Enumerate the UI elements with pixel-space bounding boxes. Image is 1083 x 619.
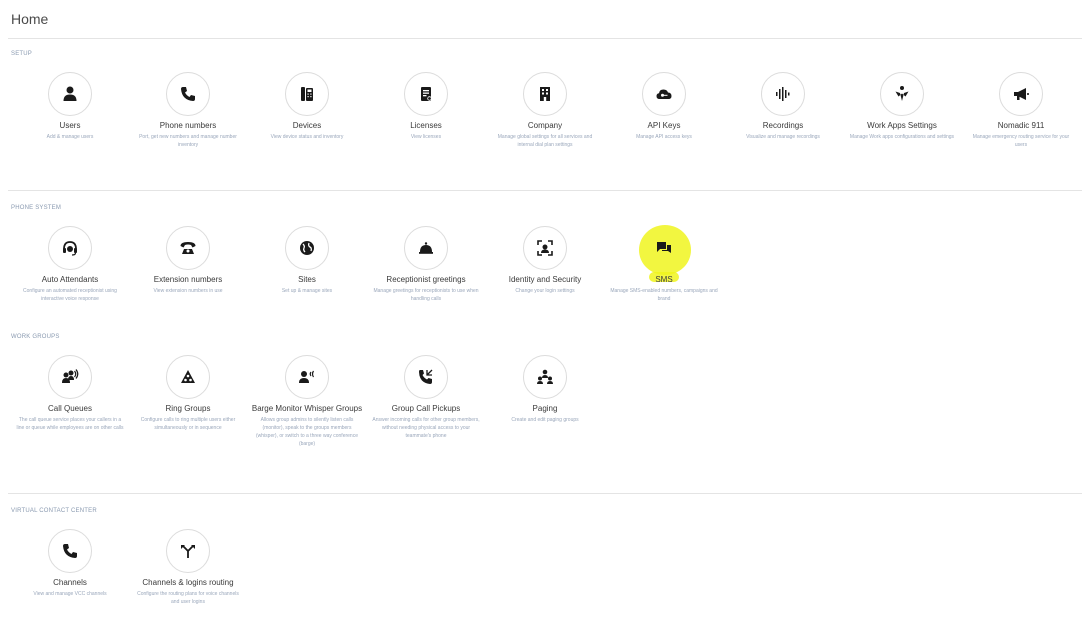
call-queue-icon xyxy=(62,369,79,383)
ring-group-icon xyxy=(181,370,195,383)
globe-icon xyxy=(300,241,314,255)
header-divider xyxy=(8,38,1082,39)
tile-title: Devices xyxy=(292,121,322,130)
work-apps-icon xyxy=(895,86,909,101)
tile-desc: Configure an automated receptionist usin… xyxy=(23,288,117,302)
tile-desc: Create and edit paging groups xyxy=(511,417,579,423)
tile-desc: Manage emergency routing service for you… xyxy=(972,134,1070,148)
tile-auto-attendants[interactable]: Auto Attendants Configure an automated r… xyxy=(11,226,129,303)
tile-licenses[interactable]: Licenses View licenses xyxy=(367,72,485,141)
chat-bubbles-icon xyxy=(657,242,671,253)
tile-group-call-pickups[interactable]: Group Call Pickups Answer incoming calls… xyxy=(367,355,485,440)
tile-ring-groups[interactable]: Ring Groups Configure calls to ring mult… xyxy=(129,355,247,432)
extension-phone-icon xyxy=(180,242,196,254)
tile-desc: View licenses xyxy=(410,134,442,140)
barge-monitor-icon xyxy=(299,370,315,383)
tile-api-keys[interactable]: API Keys Manage API access keys xyxy=(605,72,723,141)
tile-title: Sites xyxy=(298,275,316,284)
tile-desc: The call queue service places your calle… xyxy=(16,417,124,431)
tile-title: Ring Groups xyxy=(165,404,211,413)
tile-desc: Port, get new numbers and manage number … xyxy=(139,134,237,148)
desk-phone-icon xyxy=(301,87,313,101)
section-label-virtual-contact-center: VIRTUAL CONTACT CENTER xyxy=(11,508,97,514)
section-label-work-groups: WORK GROUPS xyxy=(11,334,60,340)
cloud-key-icon xyxy=(656,89,672,99)
tile-desc: Configure calls to ring multiple users e… xyxy=(140,417,236,431)
tile-channels-logins-routing[interactable]: Channels & logins routing Configure the … xyxy=(129,529,247,606)
tile-barge-monitor-whisper-groups[interactable]: Barge Monitor Whisper Groups Allows grou… xyxy=(248,355,366,448)
tile-channels[interactable]: Channels View and manage VCC channels xyxy=(11,529,129,598)
tile-users[interactable]: Users Add & manage users xyxy=(11,72,129,141)
tile-title: Licenses xyxy=(410,121,442,130)
tile-paging[interactable]: Paging Create and edit paging groups xyxy=(486,355,604,424)
work-groups-divider xyxy=(8,493,1082,494)
tile-desc: Add & manage users xyxy=(46,134,94,140)
tile-title: Work Apps Settings xyxy=(867,121,937,130)
building-icon xyxy=(540,87,550,101)
tile-sms[interactable]: SMS Manage SMS-enabled numbers, campaign… xyxy=(605,225,723,303)
tile-title: Recordings xyxy=(762,121,804,130)
tile-desc: Visualize and manage recordings xyxy=(746,134,820,140)
page-title: Home xyxy=(11,11,49,27)
tile-identity-and-security[interactable]: Identity and Security Change your login … xyxy=(486,226,604,295)
tile-title: API Keys xyxy=(647,121,681,130)
tile-title: SMS xyxy=(655,275,673,284)
headset-icon xyxy=(63,241,77,256)
tile-title: Identity and Security xyxy=(508,275,582,284)
bell-icon xyxy=(419,242,433,254)
tile-desc: Answer incoming calls for other group me… xyxy=(372,417,480,439)
tile-desc: Manage SMS-enabled numbers, campaigns an… xyxy=(610,288,718,302)
tile-nomadic-911[interactable]: Nomadic 911 Manage emergency routing ser… xyxy=(962,72,1080,149)
user-icon xyxy=(63,86,77,101)
megaphone-icon xyxy=(1014,88,1029,100)
tile-desc: Allows group admins to silently listen c… xyxy=(256,417,358,447)
tile-call-queues[interactable]: Call Queues The call queue service place… xyxy=(11,355,129,432)
tile-title: Group Call Pickups xyxy=(391,404,461,413)
tile-extension-numbers[interactable]: Extension numbers View extension numbers… xyxy=(129,226,247,295)
tile-devices[interactable]: Devices View device status and inventory xyxy=(248,72,366,141)
tile-title: Auto Attendants xyxy=(41,275,99,284)
tile-title: Phone numbers xyxy=(159,121,217,130)
tile-title: Channels xyxy=(53,578,87,587)
section-label-phone-system: PHONE SYSTEM xyxy=(11,205,62,211)
waveform-icon xyxy=(776,87,790,101)
tile-title: Company xyxy=(527,121,563,130)
setup-divider xyxy=(8,190,1082,191)
call-pickup-icon xyxy=(419,369,433,384)
tile-desc: Manage global settings for all services … xyxy=(497,134,593,148)
tile-title: Call Queues xyxy=(47,404,93,413)
tile-title: Receptionist greetings xyxy=(386,275,466,284)
tile-company[interactable]: Company Manage global settings for all s… xyxy=(486,72,604,149)
tile-title: Extension numbers xyxy=(153,275,223,284)
tile-receptionist-greetings[interactable]: Receptionist greetings Manage greetings … xyxy=(367,226,485,303)
tile-recordings[interactable]: Recordings Visualize and manage recordin… xyxy=(724,72,842,141)
tile-title: Barge Monitor Whisper Groups xyxy=(251,404,363,413)
section-label-setup: SETUP xyxy=(11,51,33,57)
tile-desc: Set up & manage sites xyxy=(281,288,333,294)
tile-title: Users xyxy=(59,121,81,130)
routing-icon xyxy=(181,545,195,558)
tile-desc: Manage Work apps configurations and sett… xyxy=(849,134,955,140)
tile-desc: Configure the routing plans for voice ch… xyxy=(137,591,239,605)
tile-desc: Manage API access keys xyxy=(636,134,692,140)
face-scan-icon xyxy=(537,240,553,256)
phone-icon xyxy=(63,544,77,558)
tile-title: Nomadic 911 xyxy=(997,121,1045,130)
tile-desc: View and manage VCC channels xyxy=(33,591,107,597)
tile-desc: Manage greetings for receptionists to us… xyxy=(373,288,479,302)
tile-sites[interactable]: Sites Set up & manage sites xyxy=(248,226,366,295)
paging-icon xyxy=(537,369,553,384)
phone-icon xyxy=(181,87,195,101)
tile-desc: View extension numbers in use xyxy=(153,288,223,294)
tile-desc: View device status and inventory xyxy=(270,134,344,140)
license-icon xyxy=(421,87,432,101)
tile-desc: Change your login settings xyxy=(515,288,575,294)
tile-phone-numbers[interactable]: Phone numbers Port, get new numbers and … xyxy=(129,72,247,149)
tile-title: Channels & logins routing xyxy=(142,578,234,587)
tile-title: Paging xyxy=(532,404,558,413)
tile-work-apps-settings[interactable]: Work Apps Settings Manage Work apps conf… xyxy=(843,72,961,141)
